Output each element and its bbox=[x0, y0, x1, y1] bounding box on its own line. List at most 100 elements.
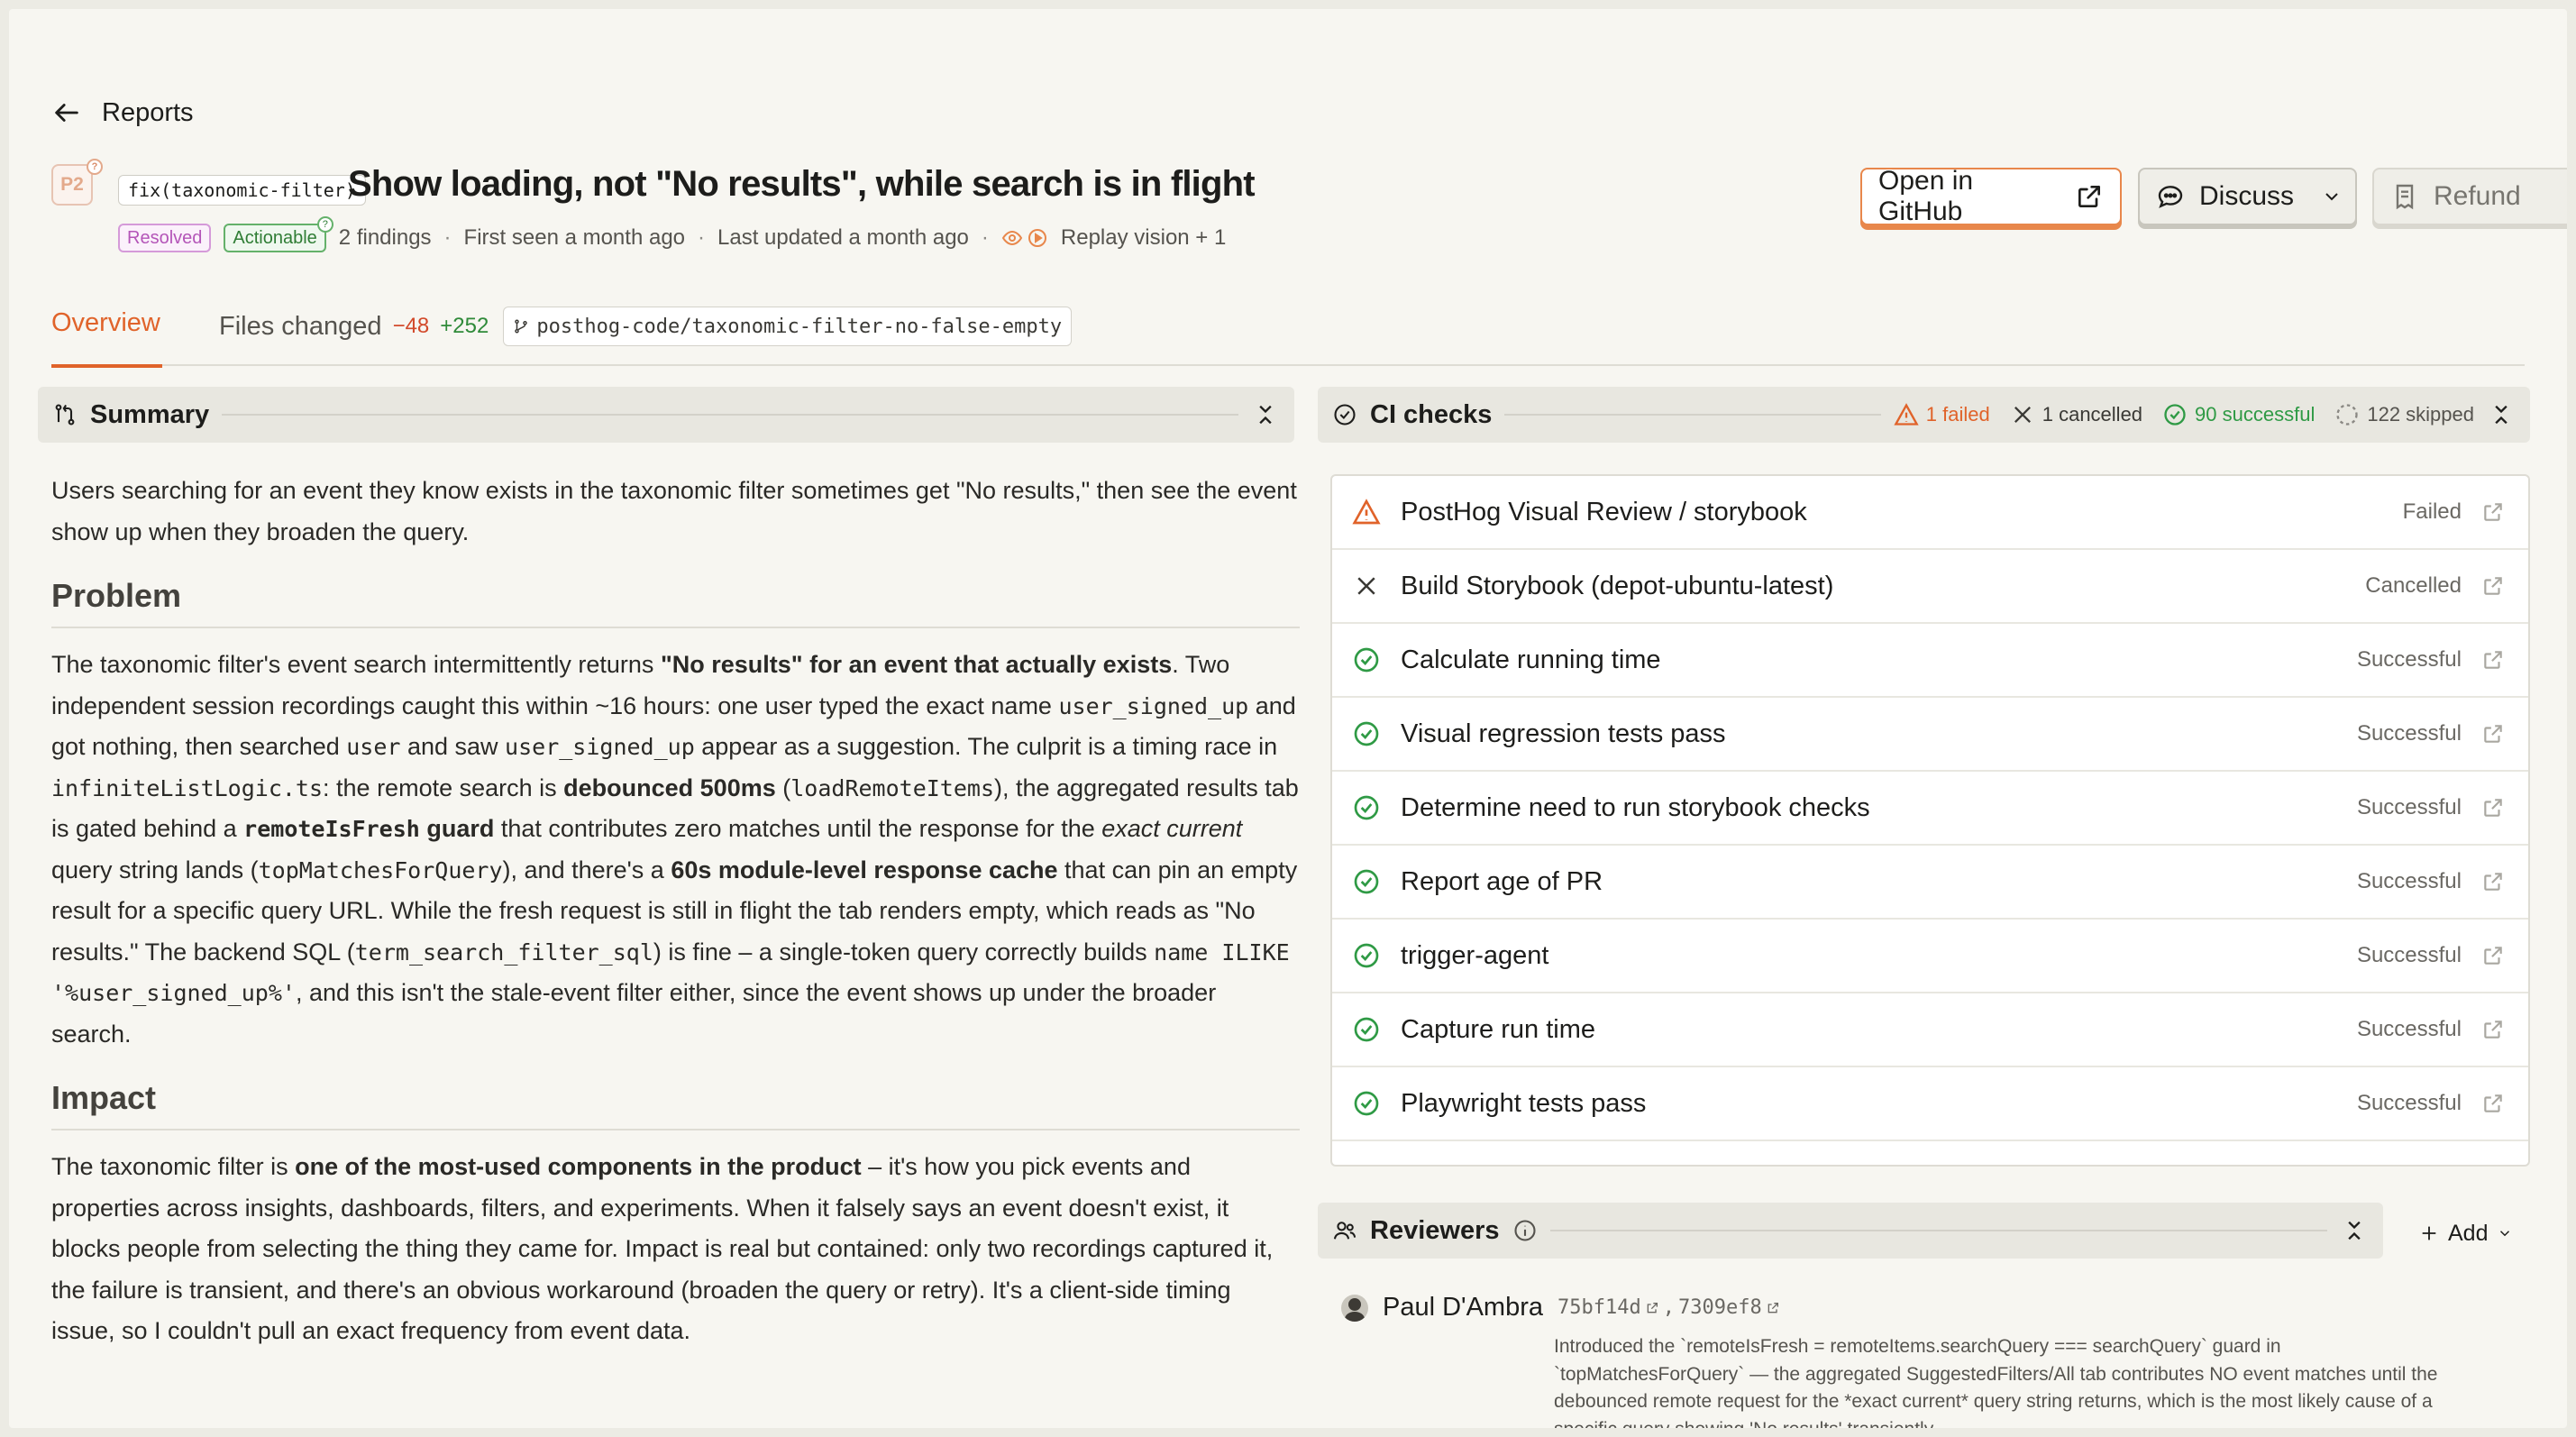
problem-paragraph: The taxonomic filter's event search inte… bbox=[51, 651, 1299, 1048]
ci-check-row[interactable]: Report age of PR Successful bbox=[1332, 846, 2528, 920]
ci-check-name: trigger-agent bbox=[1401, 940, 1549, 970]
check-circle-icon bbox=[1334, 404, 1356, 426]
ci-counts: 1 failed 1 cancelled 90 successful 122 s… bbox=[1894, 402, 2474, 427]
back-to-reports-link[interactable]: Reports bbox=[51, 95, 194, 131]
ci-check-name: Playwright tests pass bbox=[1401, 1088, 1647, 1118]
external-link-icon[interactable] bbox=[2481, 944, 2505, 967]
commit-link[interactable]: 75bf14d bbox=[1557, 1296, 1641, 1319]
skipped-count: 122 skipped bbox=[2334, 402, 2474, 427]
ci-check-row[interactable]: Capture run time Successful bbox=[1332, 993, 2528, 1067]
ci-checks-section-header[interactable]: CI checks 1 failed 1 cancelled 90 succes… bbox=[1318, 387, 2530, 443]
discuss-button[interactable]: Discuss bbox=[2138, 168, 2357, 225]
collapse-summary-button[interactable] bbox=[1251, 400, 1280, 429]
ci-check-row[interactable]: Playwright tests pass Successful bbox=[1332, 1067, 2528, 1141]
external-link-icon[interactable] bbox=[2481, 722, 2505, 746]
meta-separator: · bbox=[981, 225, 989, 250]
check-circle-icon bbox=[1352, 645, 1381, 674]
ci-check-status: Successful bbox=[2356, 795, 2462, 819]
priority-help-icon[interactable]: ? bbox=[87, 159, 103, 175]
ci-checks-title: CI checks bbox=[1370, 399, 1493, 429]
ci-check-status: Successful bbox=[2356, 647, 2462, 672]
branch-tag[interactable]: posthog-code/taxonomic-filter-no-false-e… bbox=[503, 307, 1073, 346]
ci-check-status: Successful bbox=[2356, 721, 2462, 746]
check-circle-icon bbox=[2164, 404, 2186, 426]
add-reviewer-button[interactable]: Add bbox=[2419, 1215, 2513, 1251]
external-link-icon bbox=[1768, 1302, 1778, 1313]
ci-check-row[interactable]: trigger-agent Successful bbox=[1332, 920, 2528, 993]
actionable-help-icon[interactable]: ? bbox=[316, 216, 333, 233]
reviewer-note: Introduced the `remoteIsFresh = remoteIt… bbox=[1554, 1336, 2438, 1428]
ci-check-name: Determine need to run storybook checks bbox=[1401, 792, 1870, 822]
commit-link[interactable]: 7309ef8 bbox=[1678, 1296, 1762, 1319]
check-circle-icon bbox=[1352, 941, 1381, 970]
meta-separator: · bbox=[698, 225, 706, 250]
dashed-circle-icon bbox=[2336, 404, 2359, 426]
git-branch-icon bbox=[515, 319, 528, 334]
collapse-icon bbox=[1259, 405, 1272, 425]
tab-overview[interactable]: Overview bbox=[51, 308, 162, 368]
external-link-icon[interactable] bbox=[2481, 1018, 2505, 1041]
last-updated: Last updated a month ago bbox=[717, 225, 969, 250]
ci-check-name: PostHog Visual Review / storybook bbox=[1401, 497, 1807, 526]
actionable-label: Actionable bbox=[233, 227, 317, 248]
chevron-down-icon bbox=[2325, 193, 2338, 201]
successful-count: 90 successful bbox=[2162, 402, 2315, 427]
users-icon bbox=[1333, 1222, 1357, 1240]
findings-count[interactable]: 2 findings bbox=[339, 225, 432, 251]
impact-heading: Impact bbox=[51, 1075, 1300, 1130]
summary-title: Summary bbox=[90, 399, 210, 429]
x-icon bbox=[1352, 572, 1381, 600]
failed-count: 1 failed bbox=[1894, 402, 1990, 427]
discuss-label: Discuss bbox=[2199, 181, 2295, 211]
page-title: Show loading, not "No results", while se… bbox=[348, 164, 1256, 204]
reviewers-title: Reviewers bbox=[1370, 1215, 1500, 1245]
external-link-icon[interactable] bbox=[2481, 870, 2505, 893]
open-in-github-button[interactable]: Open in GitHub bbox=[1860, 166, 2122, 226]
collapse-icon bbox=[2348, 1221, 2361, 1240]
ci-check-row[interactable]: Calculate running time Successful bbox=[1332, 624, 2528, 698]
ci-check-row[interactable]: Build Storybook (depot-ubuntu-latest) Can… bbox=[1332, 550, 2528, 624]
reviewer-name: Paul D'Ambra bbox=[1383, 1293, 1543, 1322]
info-icon[interactable] bbox=[1512, 1218, 1538, 1243]
external-link-icon[interactable] bbox=[2481, 500, 2505, 524]
external-link-icon bbox=[2078, 186, 2100, 207]
external-link-icon bbox=[1647, 1302, 1658, 1313]
external-link-icon[interactable] bbox=[2481, 796, 2505, 819]
cancelled-count: 1 cancelled bbox=[2010, 402, 2142, 427]
ci-check-name: Capture run time bbox=[1401, 1014, 1595, 1044]
impact-paragraph: The taxonomic filter is one of the most-… bbox=[51, 1153, 1274, 1344]
check-circle-icon bbox=[1352, 867, 1381, 896]
avatar bbox=[1341, 1294, 1368, 1322]
summary-content: Users searching for an event they know e… bbox=[51, 471, 1300, 1370]
collapse-reviewers-button[interactable] bbox=[2340, 1216, 2369, 1245]
arrow-left-icon bbox=[55, 104, 78, 122]
external-link-icon[interactable] bbox=[2481, 648, 2505, 672]
scope-tag: fix(taxonomic-filter) bbox=[118, 175, 366, 206]
collapse-ci-button[interactable] bbox=[2487, 400, 2516, 429]
eye-icon bbox=[1001, 230, 1023, 246]
check-circle-icon bbox=[1352, 719, 1381, 748]
external-link-icon[interactable] bbox=[2481, 574, 2505, 598]
collapse-icon bbox=[2495, 405, 2507, 425]
external-link-icon[interactable] bbox=[2481, 1092, 2505, 1115]
actionable-badge: Actionable ? bbox=[224, 216, 333, 252]
x-icon bbox=[2014, 407, 2031, 423]
ci-check-status: Successful bbox=[2356, 869, 2462, 893]
refund-label: Refund bbox=[2434, 181, 2521, 211]
branch-name: posthog-code/taxonomic-filter-no-false-e… bbox=[536, 315, 1063, 338]
tab-files-changed[interactable]: Files changed −48 +252 posthog-code/taxo… bbox=[219, 307, 1073, 346]
reviewers-section-header[interactable]: Reviewers bbox=[1318, 1203, 2383, 1259]
report-page: Reports P2 ? fix(taxonomic-filter) Show … bbox=[9, 9, 2567, 1428]
ci-check-row[interactable]: PostHog Visual Review / storybook Failed bbox=[1332, 476, 2528, 550]
source-icons bbox=[1001, 227, 1048, 249]
summary-intro: Users searching for an event they know e… bbox=[51, 477, 1297, 545]
ci-check-row[interactable]: Determine need to run storybook checks Su… bbox=[1332, 772, 2528, 846]
refund-button[interactable]: Refund bbox=[2372, 168, 2567, 225]
plus-icon bbox=[2422, 1226, 2436, 1240]
sources-label[interactable]: Replay vision + 1 bbox=[1061, 225, 1226, 251]
ci-check-row[interactable]: Visual regression tests pass Successful bbox=[1332, 698, 2528, 772]
receipt-icon bbox=[2396, 184, 2414, 210]
summary-section-header[interactable]: Summary bbox=[38, 387, 1294, 443]
report-meta: Resolved Actionable ? 2 findings · First… bbox=[118, 216, 1226, 252]
ci-check-status: Successful bbox=[2356, 943, 2462, 967]
